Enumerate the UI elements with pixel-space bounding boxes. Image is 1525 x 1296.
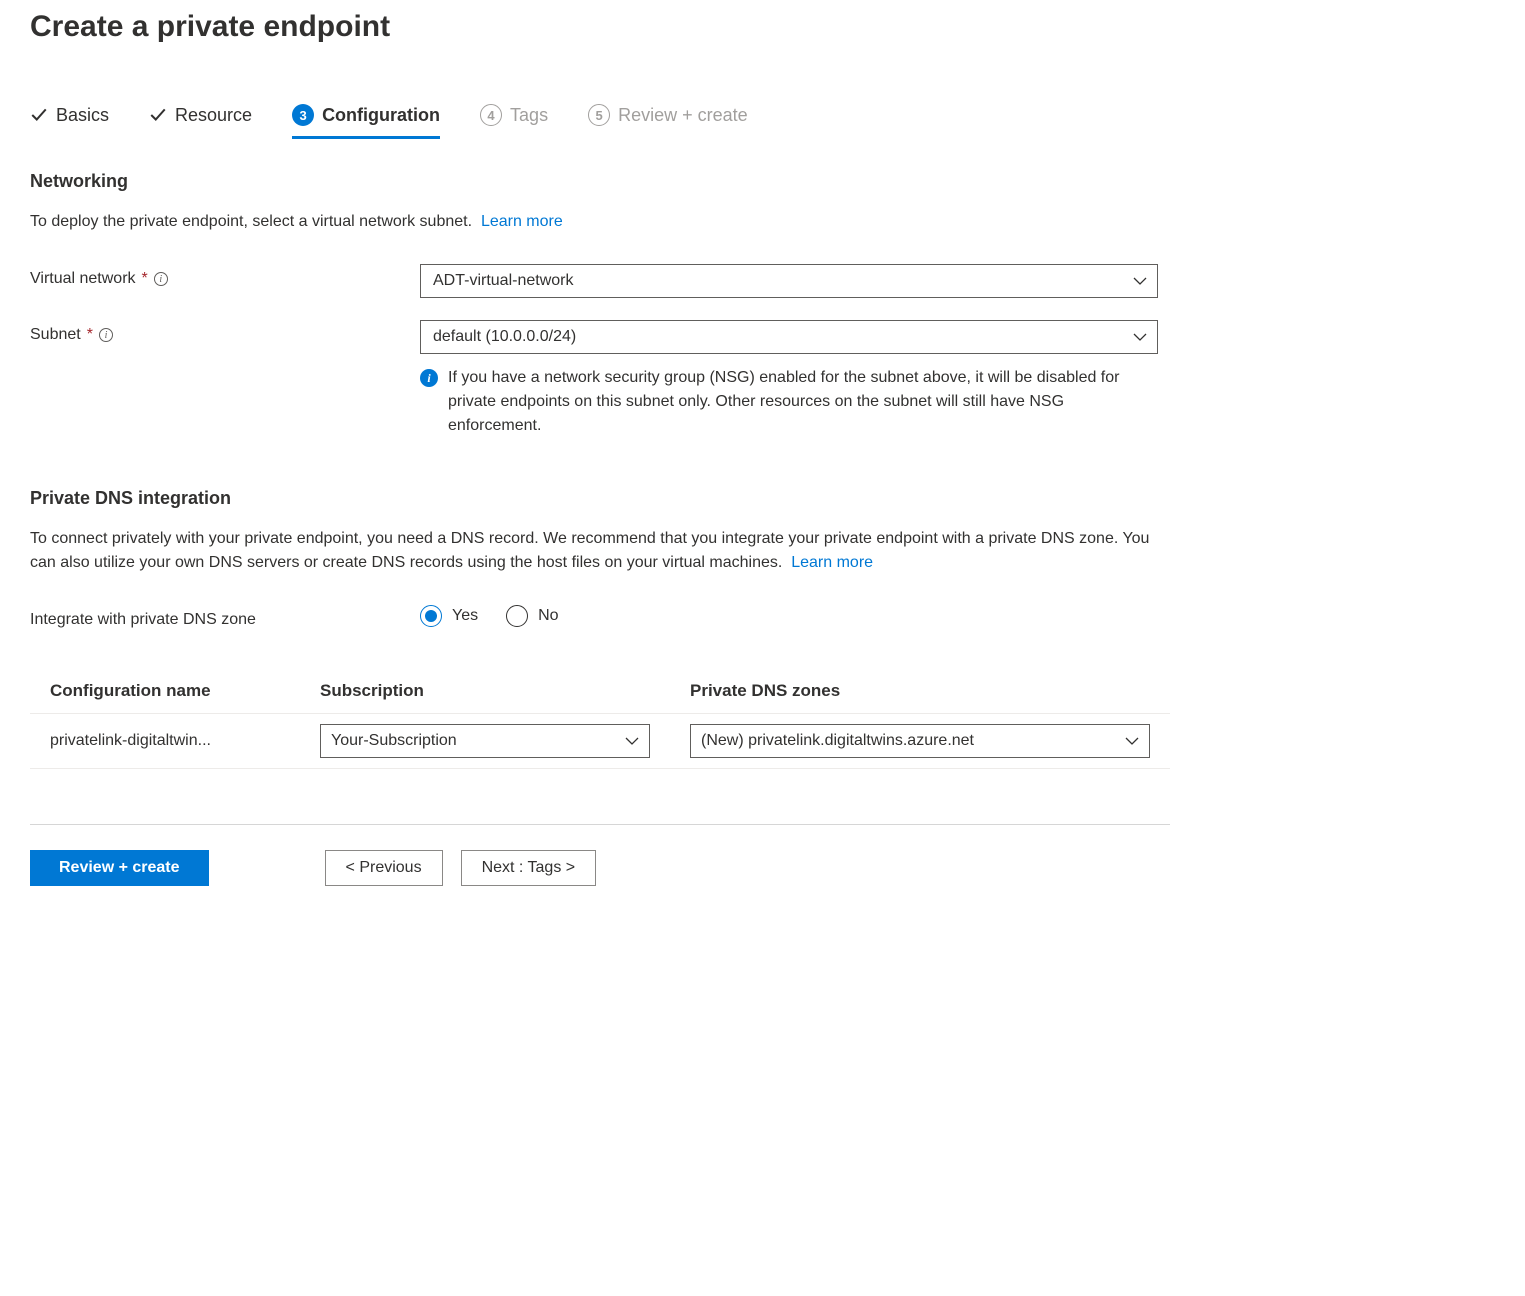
subnet-dropdown[interactable]: default (10.0.0.0/24) xyxy=(420,320,1158,354)
step-number-icon: 4 xyxy=(480,104,502,126)
tab-resource-label: Resource xyxy=(175,105,252,126)
info-icon[interactable]: i xyxy=(154,272,168,286)
subnet-label: Subnet * i xyxy=(30,320,420,344)
tab-configuration-label: Configuration xyxy=(322,105,440,126)
column-subscription: Subscription xyxy=(300,669,670,714)
chevron-down-icon xyxy=(625,736,639,746)
tab-review-create[interactable]: 5 Review + create xyxy=(588,104,748,136)
integrate-dns-yes-radio[interactable]: Yes xyxy=(420,605,478,627)
dns-heading: Private DNS integration xyxy=(30,488,1170,509)
check-icon xyxy=(30,106,48,124)
wizard-tabs: Basics Resource 3 Configuration 4 Tags 5… xyxy=(30,104,1170,136)
wizard-footer: Review + create < Previous Next : Tags > xyxy=(30,824,1170,886)
step-number-icon: 3 xyxy=(292,104,314,126)
virtual-network-dropdown[interactable]: ADT-virtual-network xyxy=(420,264,1158,298)
chevron-down-icon xyxy=(1125,736,1139,746)
radio-button-icon xyxy=(506,605,528,627)
tab-configuration[interactable]: 3 Configuration xyxy=(292,104,440,139)
tab-basics[interactable]: Basics xyxy=(30,105,109,136)
subnet-value: default (10.0.0.0/24) xyxy=(433,328,576,346)
tab-tags-label: Tags xyxy=(510,105,548,126)
dns-desc: To connect privately with your private e… xyxy=(30,527,1170,575)
chevron-down-icon xyxy=(1133,276,1147,286)
table-row: privatelink-digitaltwin... Your-Subscrip… xyxy=(30,714,1170,769)
nsg-info-note: i If you have a network security group (… xyxy=(420,366,1158,438)
integrate-dns-no-radio[interactable]: No xyxy=(506,605,558,627)
next-button[interactable]: Next : Tags > xyxy=(461,850,597,886)
review-create-button[interactable]: Review + create xyxy=(30,850,209,886)
virtual-network-value: ADT-virtual-network xyxy=(433,272,573,290)
networking-desc: To deploy the private endpoint, select a… xyxy=(30,210,1170,234)
page-title: Create a private endpoint xyxy=(30,10,1170,44)
tab-basics-label: Basics xyxy=(56,105,109,126)
required-indicator: * xyxy=(87,326,93,344)
config-name-cell: privatelink-digitaltwin... xyxy=(30,714,300,769)
dns-zones-table: Configuration name Subscription Private … xyxy=(30,669,1170,769)
dns-zone-value: (New) privatelink.digitaltwins.azure.net xyxy=(701,732,974,750)
previous-button[interactable]: < Previous xyxy=(325,850,443,886)
dns-learn-more-link[interactable]: Learn more xyxy=(791,554,873,571)
chevron-down-icon xyxy=(1133,332,1147,342)
info-icon: i xyxy=(420,369,438,387)
tab-tags[interactable]: 4 Tags xyxy=(480,104,548,136)
tab-review-create-label: Review + create xyxy=(618,105,748,126)
virtual-network-label: Virtual network * i xyxy=(30,264,420,288)
column-configuration-name: Configuration name xyxy=(30,669,300,714)
subscription-dropdown[interactable]: Your-Subscription xyxy=(320,724,650,758)
networking-learn-more-link[interactable]: Learn more xyxy=(481,213,563,230)
dns-zone-dropdown[interactable]: (New) privatelink.digitaltwins.azure.net xyxy=(690,724,1150,758)
check-icon xyxy=(149,106,167,124)
subscription-value: Your-Subscription xyxy=(331,732,457,750)
required-indicator: * xyxy=(142,270,148,288)
integrate-dns-label: Integrate with private DNS zone xyxy=(30,605,420,629)
column-private-dns-zones: Private DNS zones xyxy=(670,669,1170,714)
info-icon[interactable]: i xyxy=(99,328,113,342)
tab-resource[interactable]: Resource xyxy=(149,105,252,136)
step-number-icon: 5 xyxy=(588,104,610,126)
networking-heading: Networking xyxy=(30,171,1170,192)
radio-button-icon xyxy=(420,605,442,627)
